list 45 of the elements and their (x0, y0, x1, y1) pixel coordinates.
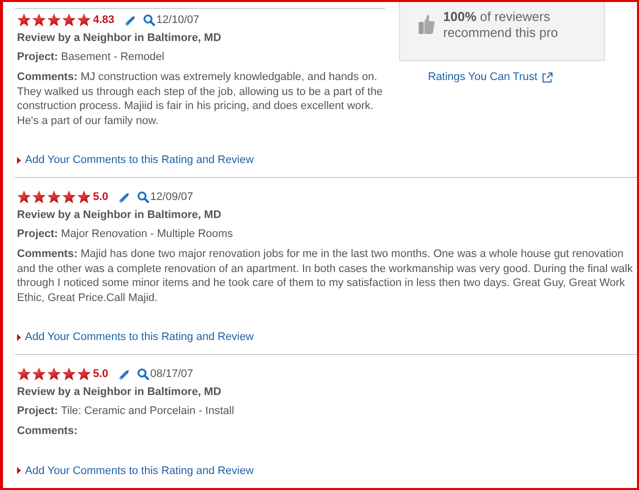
star-icon (17, 190, 31, 204)
pencil-icon[interactable] (118, 368, 132, 380)
star-icon (62, 13, 76, 27)
comments-text: Comments: MJ construction was extremely knowledgable, and hands on. They walked us through each step of the job, allowing us to be a part of the construction process. Majiid is fair in his pricing, and does excellent work. He's a part of our family now. (17, 70, 384, 128)
pencil-icon[interactable] (124, 14, 138, 26)
project-text: Project: Basement - Remodel (17, 50, 166, 65)
search-icon[interactable] (137, 368, 150, 380)
reviewer-title: Review by a Neighbor in Baltimore, MD (17, 31, 222, 46)
star-icon (62, 367, 76, 381)
star-icon (17, 13, 31, 27)
star-icon (77, 13, 91, 27)
review-date: 12/10/07 (156, 14, 200, 26)
star-icon (32, 190, 46, 204)
star-icon (47, 190, 61, 204)
add-comments-link[interactable]: Add Your Comments to this Rating and Review (25, 154, 254, 166)
star-icon (32, 13, 46, 27)
recommend-text: 100% of reviewers recommend this pro (443, 9, 560, 41)
rating-score: 4.83 (93, 14, 114, 26)
star-icon (62, 190, 76, 204)
search-icon[interactable] (143, 14, 156, 26)
comments-text: Comments: (17, 424, 79, 438)
external-link-icon[interactable] (542, 72, 554, 82)
rating-score: 5.0 (93, 191, 108, 203)
arrow-icon (17, 467, 21, 474)
arrow-icon (17, 334, 21, 340)
star-icon (77, 190, 91, 204)
comments-text: Comments: Majid has done two major renovation jobs for me in the last two months. One was a whole house gut renovation and the other was a complete renovation of an apartment. In both cases the workmanship was very good. During the final walk through I noticed some minor items and he took care of them to my satisfaction in less then two days. Great Guy, Great Work Ethic, Great Price.Call Majid. (17, 247, 634, 305)
star-icon (77, 367, 91, 381)
project-text: Project: Tile: Ceramic and Porcelain - Install (17, 404, 236, 419)
arrow-icon (17, 156, 21, 164)
trust-link[interactable]: Ratings You Can Trust (428, 71, 538, 83)
star-icon (17, 367, 31, 381)
rating-score: 5.0 (93, 368, 108, 380)
add-comments-link[interactable]: Add Your Comments to this Rating and Review (25, 464, 254, 476)
project-text: Project: Major Renovation - Multiple Rooms (17, 227, 234, 242)
reviewer-title: Review by a Neighbor in Baltimore, MD (17, 208, 222, 223)
pencil-icon[interactable] (118, 190, 132, 204)
review-date: 08/17/07 (150, 368, 194, 380)
star-icon (47, 13, 61, 27)
search-icon[interactable] (137, 191, 150, 203)
star-icon (47, 367, 61, 381)
reviewer-title: Review by a Neighbor in Baltimore, MD (17, 385, 222, 400)
review-date: 12/09/07 (150, 191, 194, 203)
add-comments-link[interactable]: Add Your Comments to this Rating and Review (25, 331, 254, 343)
star-icon (32, 367, 46, 381)
